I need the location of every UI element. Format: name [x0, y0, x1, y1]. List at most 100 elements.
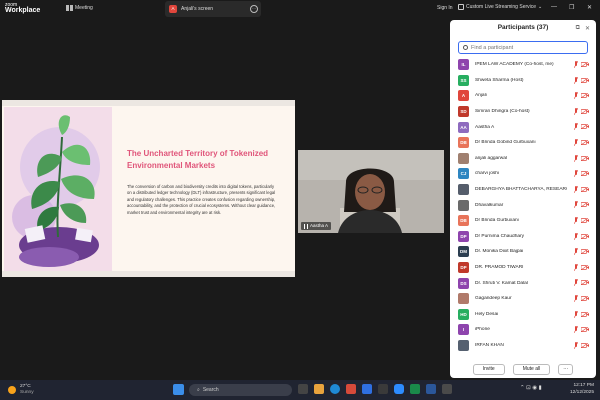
title-bar: zoom Workplace Meeting A Anjali's screen…: [0, 0, 600, 18]
live-stream-button[interactable]: Custom Live Streaming Service ⌄: [458, 4, 542, 10]
close-window-icon[interactable]: ✕: [587, 4, 592, 11]
camera-off-icon[interactable]: [581, 155, 589, 161]
avatar: DP: [458, 262, 469, 274]
participant-row[interactable]: DB Dr Brinda Gurbuxani: [450, 213, 596, 229]
participant-row[interactable]: anjali aggarwal: [450, 151, 596, 167]
mute-all-button[interactable]: Mute all: [512, 363, 551, 375]
participant-row[interactable]: DP DR. PRAMOD TIWARI: [450, 260, 596, 276]
participant-row[interactable]: SD Simran Dhingra (Co-host): [450, 104, 596, 120]
mic-muted-icon[interactable]: [574, 154, 578, 162]
edge-icon[interactable]: [330, 384, 340, 394]
mic-muted-icon[interactable]: [574, 326, 578, 334]
outlook-icon[interactable]: [362, 384, 372, 394]
windows-start-icon[interactable]: [173, 384, 184, 395]
camera-off-icon[interactable]: [581, 217, 589, 223]
mic-muted-icon[interactable]: [574, 107, 578, 115]
camera-off-icon[interactable]: [581, 62, 589, 67]
task-view-icon[interactable]: [298, 384, 308, 394]
participant-row[interactable]: DM Dr. Monika Dixit Bajpai: [450, 244, 596, 260]
participant-row[interactable]: A Anjali: [450, 88, 596, 104]
tab-more-icon[interactable]: ···: [250, 5, 258, 13]
participant-row[interactable]: Dhavalkumar: [450, 197, 596, 213]
avatar: [458, 152, 469, 164]
mic-muted-icon[interactable]: [574, 92, 578, 100]
close-panel-icon[interactable]: ✕: [585, 25, 590, 32]
app-icon[interactable]: [442, 384, 452, 394]
participant-row[interactable]: SS Shweta Sharma (Host): [450, 73, 596, 89]
restore-icon[interactable]: ❐: [569, 4, 574, 11]
excel-icon[interactable]: [410, 384, 420, 394]
participant-search-input[interactable]: [471, 44, 581, 51]
sign-in-button[interactable]: Sign In: [437, 5, 453, 11]
participant-row[interactable]: DS Dr. Shruti V. Kamat Dalal: [450, 275, 596, 291]
camera-off-icon[interactable]: [581, 124, 589, 130]
camera-off-icon[interactable]: [581, 264, 589, 270]
camera-off-icon[interactable]: [581, 342, 589, 348]
participant-row[interactable]: AA Aastha A: [450, 119, 596, 135]
participant-name: Dr Purnima Chaudhary: [475, 233, 525, 239]
camera-off-icon[interactable]: [581, 139, 589, 145]
mic-muted-icon[interactable]: [574, 248, 578, 256]
mic-muted-icon[interactable]: [574, 76, 578, 84]
camera-off-icon[interactable]: [581, 93, 589, 99]
camera-off-icon[interactable]: [581, 249, 589, 255]
camera-off-icon[interactable]: [581, 327, 589, 333]
mic-muted-icon[interactable]: [574, 232, 578, 240]
mic-muted-icon[interactable]: [574, 294, 578, 302]
popout-icon[interactable]: ⧉: [576, 25, 580, 32]
participant-row[interactable]: HD Hely Desai: [450, 307, 596, 323]
minimize-icon[interactable]: —: [551, 4, 557, 10]
file-explorer-icon[interactable]: [314, 384, 324, 394]
camera-off-icon[interactable]: [581, 171, 589, 177]
weather-widget[interactable]: 27°C Sunny: [8, 384, 34, 396]
system-tray[interactable]: ⌃ ⊡ ◉ ▮: [520, 385, 542, 391]
more-options-button[interactable]: ···: [558, 363, 574, 375]
mic-muted-icon[interactable]: [574, 123, 578, 131]
invite-button[interactable]: Invite: [472, 363, 505, 375]
participant-name: Dr Brinda Gurbuxani: [475, 218, 519, 224]
participant-search[interactable]: [458, 41, 588, 54]
taskbar-clock[interactable]: 12:17 PM 12/12/2025: [570, 383, 594, 396]
camera-off-icon[interactable]: [581, 295, 589, 301]
mic-muted-icon[interactable]: [574, 138, 578, 146]
participant-name: Dr. Shruti V. Kamat Dalal: [475, 280, 528, 286]
camera-off-icon[interactable]: [581, 202, 589, 208]
camera-off-icon[interactable]: [581, 280, 589, 286]
screen-share-tab[interactable]: A Anjali's screen ···: [165, 1, 261, 17]
camera-off-icon[interactable]: [581, 77, 589, 83]
mic-muted-icon[interactable]: [574, 310, 578, 318]
camera-off-icon[interactable]: [581, 186, 589, 192]
participant-row[interactable]: DP Dr Purnima Chaudhary: [450, 229, 596, 245]
participant-name: anjali aggarwal: [475, 155, 507, 161]
mic-muted-icon[interactable]: [574, 185, 578, 193]
participant-row[interactable]: DEBARGHYA BHATTACHARYA, RESEARCH...: [450, 182, 596, 198]
mic-muted-icon[interactable]: [574, 61, 578, 68]
mic-muted-icon[interactable]: [574, 201, 578, 209]
taskbar-search[interactable]: ⌕ Search: [189, 384, 292, 396]
participant-row[interactable]: CJ charvi joshi: [450, 166, 596, 182]
avatar: SS: [458, 74, 469, 86]
participant-row[interactable]: DB Dr Brinda Gobind Gurbuxani: [450, 135, 596, 151]
participant-row[interactable]: IRFAN KHAN: [450, 338, 596, 354]
participant-row[interactable]: IL IPEM LAW ACADEMY (Co-host, me): [450, 57, 596, 73]
mic-muted-icon[interactable]: [574, 263, 578, 271]
participant-video: [298, 150, 444, 233]
zoom-taskbar-icon[interactable]: [394, 384, 404, 394]
camera-off-icon[interactable]: [581, 233, 589, 239]
mic-muted-icon[interactable]: [574, 341, 578, 349]
mic-muted-icon[interactable]: [574, 170, 578, 178]
camera-off-icon[interactable]: [581, 311, 589, 317]
word-icon[interactable]: [426, 384, 436, 394]
participant-row[interactable]: IiPhone: [450, 322, 596, 338]
store-icon[interactable]: [378, 384, 388, 394]
participant-row[interactable]: Gagandeep Kaur: [450, 291, 596, 307]
mic-muted-icon[interactable]: [574, 279, 578, 287]
video-tile[interactable]: Aastha A: [298, 150, 444, 233]
taskbar-apps: [298, 384, 452, 394]
camera-off-icon[interactable]: [581, 108, 589, 114]
taskbar-search-text: Search: [202, 387, 219, 393]
meeting-tab[interactable]: Meeting: [66, 5, 93, 11]
search-icon: ⌕: [197, 387, 200, 393]
office-icon[interactable]: [346, 384, 356, 394]
mic-muted-icon[interactable]: [574, 216, 578, 224]
